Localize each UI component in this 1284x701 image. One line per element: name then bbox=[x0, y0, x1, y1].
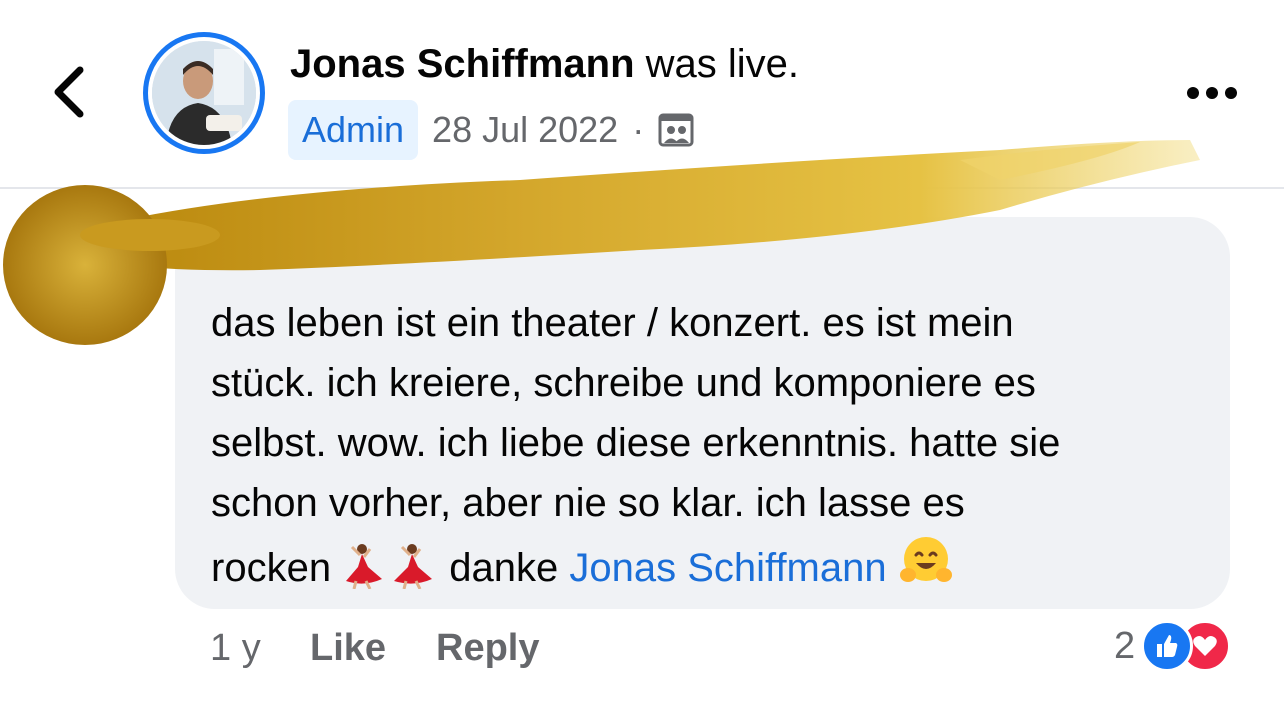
header-divider bbox=[0, 187, 1284, 189]
post-header-title: Jonas Schiffmann was live. bbox=[290, 40, 799, 88]
admin-badge: Admin bbox=[288, 100, 419, 160]
comment-line: stück. ich kreiere, schreibe und komponi… bbox=[211, 361, 1036, 405]
avatar-image bbox=[152, 41, 256, 145]
hugging-face-emoji bbox=[898, 533, 954, 606]
dancer-emoji bbox=[386, 543, 438, 606]
chevron-left-icon bbox=[54, 66, 84, 118]
mention-link[interactable]: Jonas Schiffmann bbox=[569, 546, 886, 590]
meta-separator: · bbox=[632, 109, 645, 150]
comment-text: das leben ist ein theater / konzert. es … bbox=[211, 293, 1211, 606]
live-status-text: was live. bbox=[634, 42, 800, 86]
reply-button[interactable]: Reply bbox=[436, 620, 539, 676]
comment-last-line-middle: danke bbox=[438, 546, 570, 590]
post-meta: Admin 28 Jul 2022 · bbox=[288, 100, 694, 160]
more-horizontal-icon bbox=[1187, 87, 1237, 99]
reaction-count: 2 bbox=[1114, 624, 1136, 667]
comment-line: rocken danke Jonas Schiffmann bbox=[211, 533, 1211, 606]
comment-timestamp[interactable]: 1 y bbox=[210, 620, 261, 676]
like-reaction-icon bbox=[1141, 620, 1194, 672]
comment-line: schon vorher, aber nie so klar. ich lass… bbox=[211, 481, 965, 525]
comment-line: selbst. wow. ich liebe diese erkenntnis.… bbox=[211, 421, 1061, 465]
author-name[interactable]: Jonas Schiffmann bbox=[290, 42, 635, 86]
post-date[interactable]: 28 Jul 2022 bbox=[432, 109, 618, 151]
back-button[interactable] bbox=[40, 62, 100, 122]
group-privacy-icon bbox=[658, 113, 694, 147]
dancer-emoji bbox=[342, 543, 386, 606]
comment-line: das leben ist ein theater / konzert. es … bbox=[211, 301, 1014, 345]
more-options-button[interactable] bbox=[1182, 80, 1242, 106]
author-avatar[interactable] bbox=[143, 32, 265, 154]
comment-last-line-start: rocken bbox=[211, 546, 343, 590]
like-button[interactable]: Like bbox=[310, 620, 386, 676]
reaction-summary[interactable]: 2 bbox=[1114, 618, 1232, 674]
